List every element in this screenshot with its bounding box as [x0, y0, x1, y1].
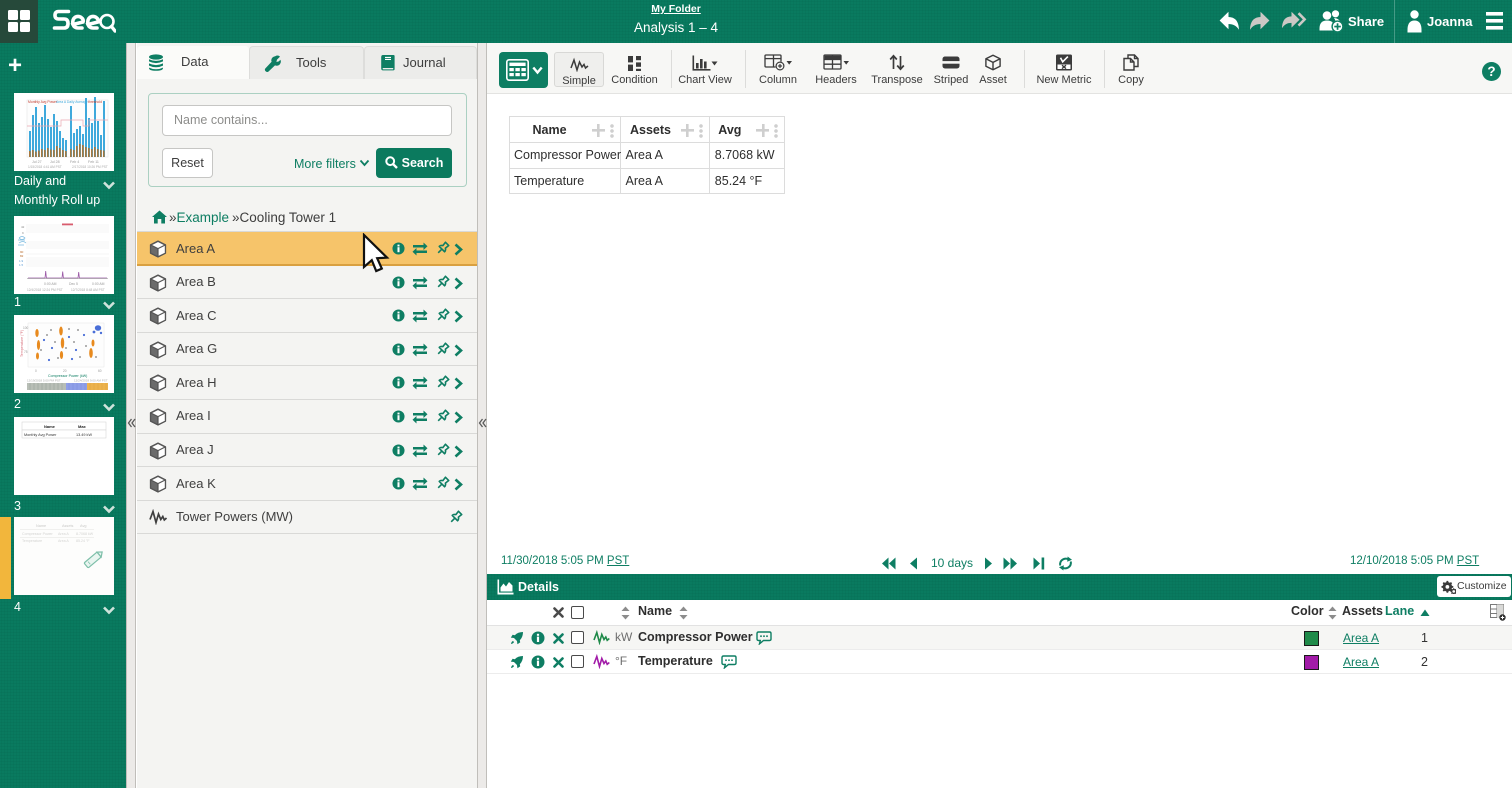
svg-text:1.5: 1.5: [19, 263, 24, 267]
svg-text:Compressor Power (kW): Compressor Power (kW): [48, 374, 87, 378]
svg-text:Avg: Avg: [80, 524, 86, 528]
svg-text:Name: Name: [36, 524, 46, 528]
svg-text:12/7/2018 8:48 AM PST: 12/7/2018 8:48 AM PST: [71, 288, 105, 292]
svg-text:60: 60: [98, 369, 102, 373]
svg-text:Monthly Avg Power: Monthly Avg Power: [28, 100, 58, 104]
svg-text:Jul 28: Jul 28: [50, 160, 60, 164]
svg-text:0:00 AM: 0:00 AM: [44, 282, 57, 286]
svg-text:Area A: Area A: [58, 539, 69, 543]
svg-text:20: 20: [63, 369, 67, 373]
svg-text:Area A: Area A: [58, 532, 69, 536]
svg-text:13.49 kW: 13.49 kW: [76, 433, 92, 437]
svg-text:12/19/2018 5:00 PM PST: 12/19/2018 5:00 PM PST: [27, 379, 61, 383]
svg-text:85.24 °F: 85.24 °F: [76, 539, 90, 543]
svg-text:8.7068 kW: 8.7068 kW: [76, 532, 94, 536]
svg-text:Jul 27: Jul 27: [32, 160, 42, 164]
svg-text:Assets: Assets: [62, 524, 73, 528]
svg-text:0: 0: [35, 369, 37, 373]
svg-text:75: 75: [24, 350, 28, 354]
svg-text:1/15/2018 4:41 AM PST: 1/15/2018 4:41 AM PST: [28, 165, 62, 169]
svg-text:100: 100: [23, 326, 29, 330]
svg-text:0:00 AM: 0:00 AM: [92, 282, 105, 286]
svg-text:82: 82: [20, 254, 24, 258]
svg-text:Dec 5: Dec 5: [69, 282, 78, 286]
svg-text:Name: Name: [44, 424, 56, 429]
svg-text:12/4/2018 12:24 PM PST: 12/4/2018 12:24 PM PST: [27, 288, 63, 292]
svg-text:Temperature: Temperature: [22, 539, 42, 543]
svg-text:2/17/2018 10:26 PM PST: 2/17/2018 10:26 PM PST: [72, 165, 108, 169]
svg-text:Max: Max: [78, 424, 87, 429]
svg-text:12/24/2018 9:00 AM PST: 12/24/2018 9:00 AM PST: [74, 379, 108, 383]
svg-text:Area A Daily Average: Area A Daily Average: [56, 100, 88, 104]
svg-text:threshold: threshold: [88, 100, 102, 104]
svg-text:Feb 11: Feb 11: [88, 160, 99, 164]
svg-text:Monthly Avg Power: Monthly Avg Power: [24, 433, 57, 437]
svg-text:Compressor Power: Compressor Power: [22, 532, 54, 536]
svg-text:Feb 4: Feb 4: [70, 160, 79, 164]
svg-text:42: 42: [21, 225, 25, 229]
